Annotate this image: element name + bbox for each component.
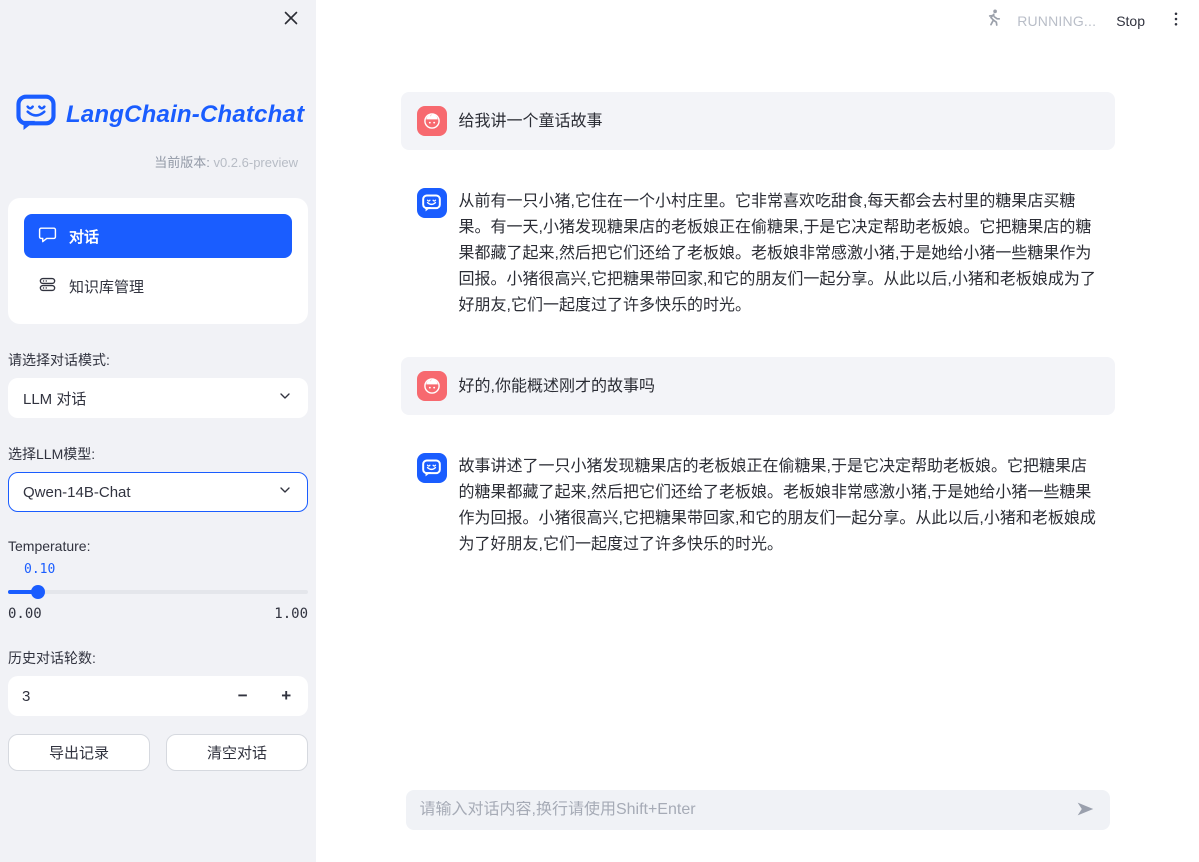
llm-model-value: Qwen-14B-Chat xyxy=(23,484,131,501)
send-icon xyxy=(1074,798,1096,823)
message-text: 从前有一只小猪,它住在一个小村庄里。它非常喜欢吃甜食,每天都会去村里的糖果店买糖… xyxy=(459,188,1099,319)
sidebar: LangChain-Chatchat 当前版本: v0.2.6-preview … xyxy=(0,0,316,862)
assistant-avatar xyxy=(417,188,447,218)
stop-button[interactable]: Stop xyxy=(1110,9,1151,33)
more-menu-button[interactable] xyxy=(1165,8,1187,33)
temperature-label: Temperature: xyxy=(8,538,308,554)
slider-track[interactable] xyxy=(8,590,308,594)
dialog-mode-select[interactable]: LLM 对话 xyxy=(8,378,308,418)
llm-model-select[interactable]: Qwen-14B-Chat xyxy=(8,472,308,512)
slider-range: 0.00 1.00 xyxy=(8,606,308,622)
slider-max: 1.00 xyxy=(274,606,308,622)
nav-item-label: 对话 xyxy=(69,226,99,247)
temperature-current-value: 0.10 xyxy=(8,562,308,578)
chat-message-user: 好的,你能概述刚才的故事吗 xyxy=(401,357,1115,415)
app-title: LangChain-Chatchat xyxy=(66,101,304,129)
chat-input[interactable] xyxy=(420,801,1070,819)
temperature-slider[interactable] xyxy=(8,584,308,600)
nav-item-label: 知识库管理 xyxy=(69,276,144,297)
app-status-bar: RUNNING... Stop xyxy=(983,8,1187,33)
dialog-mode-label: 请选择对话模式: xyxy=(8,350,308,370)
history-rounds-label: 历史对话轮数: xyxy=(8,648,308,668)
knowledge-base-icon xyxy=(38,275,57,298)
sidebar-nav: 对话 知识库管理 xyxy=(8,198,308,324)
version-info: 当前版本: v0.2.6-preview xyxy=(8,152,298,171)
increment-button[interactable]: + xyxy=(265,676,309,716)
nav-item-dialogue[interactable]: 对话 xyxy=(24,214,292,258)
message-text: 故事讲述了一只小猪发现糖果店的老板娘正在偷糖果,于是它决定帮助老板娘。它把糖果店… xyxy=(459,453,1099,558)
chat-bubble-icon xyxy=(38,225,57,248)
user-avatar xyxy=(417,106,447,136)
decrement-button[interactable]: − xyxy=(221,676,265,716)
chevron-down-icon xyxy=(277,482,293,502)
llm-model-label: 选择LLM模型: xyxy=(8,444,308,464)
version-value: v0.2.6-preview xyxy=(213,155,298,170)
chat-message-user: 给我讲一个童话故事 xyxy=(401,92,1115,150)
plus-icon: + xyxy=(281,686,291,705)
assistant-avatar xyxy=(417,453,447,483)
logo-chat-bubble-icon xyxy=(16,94,56,136)
slider-min: 0.00 xyxy=(8,606,42,622)
running-icon xyxy=(983,8,1003,33)
chat-history: 给我讲一个童话故事 从前有一只小猪,它住在一个小村庄里。它非常喜欢吃甜食,每天都… xyxy=(401,0,1115,572)
sidebar-close-button[interactable] xyxy=(280,8,302,30)
clear-dialogue-button[interactable]: 清空对话 xyxy=(166,734,308,771)
send-button[interactable] xyxy=(1070,794,1100,827)
chat-input-bar xyxy=(406,790,1110,830)
more-vertical-icon xyxy=(1167,10,1185,31)
user-avatar xyxy=(417,371,447,401)
close-icon xyxy=(283,10,299,29)
status-text: RUNNING... xyxy=(1017,13,1096,29)
history-rounds-stepper: − + xyxy=(8,676,308,716)
version-label: 当前版本: xyxy=(154,155,210,170)
export-records-button[interactable]: 导出记录 xyxy=(8,734,150,771)
main-area: RUNNING... Stop 给我讲一个童话故事 从前有一只小猪,它住在一个小… xyxy=(316,0,1199,862)
message-text: 给我讲一个童话故事 xyxy=(459,108,603,135)
chat-message-assistant: 故事讲述了一只小猪发现糖果店的老板娘正在偷糖果,于是它决定帮助老板娘。它把糖果店… xyxy=(401,439,1115,572)
chat-message-assistant: 从前有一只小猪,它住在一个小村庄里。它非常喜欢吃甜食,每天都会去村里的糖果店买糖… xyxy=(401,174,1115,333)
history-rounds-input[interactable] xyxy=(22,688,221,705)
slider-thumb[interactable] xyxy=(31,585,45,599)
nav-item-knowledge-base[interactable]: 知识库管理 xyxy=(24,264,292,308)
sidebar-actions: 导出记录 清空对话 xyxy=(8,734,308,771)
app-window: LangChain-Chatchat 当前版本: v0.2.6-preview … xyxy=(0,0,1199,862)
app-logo: LangChain-Chatchat xyxy=(16,94,308,136)
chevron-down-icon xyxy=(277,388,293,408)
minus-icon: − xyxy=(238,686,248,705)
dialog-mode-value: LLM 对话 xyxy=(23,388,86,409)
message-text: 好的,你能概述刚才的故事吗 xyxy=(459,373,655,400)
